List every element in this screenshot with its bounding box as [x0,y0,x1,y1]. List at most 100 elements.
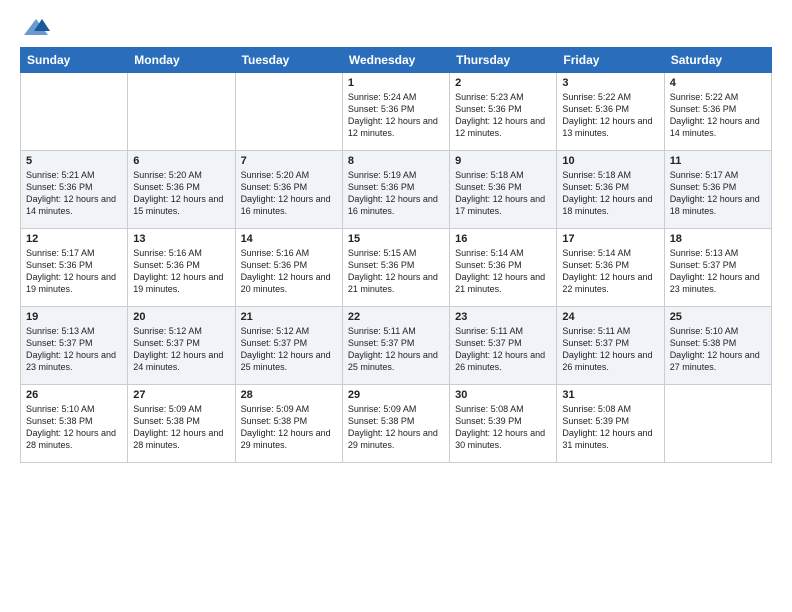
week-row-2: 5 Sunrise: 5:21 AM Sunset: 5:36 PM Daylig… [21,151,772,229]
day-cell: 20 Sunrise: 5:12 AM Sunset: 5:37 PM Dayli… [128,307,235,385]
day-info: Sunrise: 5:18 AM Sunset: 5:36 PM Dayligh… [562,169,658,218]
day-number: 21 [241,311,337,323]
day-cell: 13 Sunrise: 5:16 AM Sunset: 5:36 PM Dayli… [128,229,235,307]
day-cell: 1Sunrise: 5:24 AM Sunset: 5:36 PM Daylig… [342,73,449,151]
day-number: 13 [133,233,229,245]
day-cell: 15 Sunrise: 5:15 AM Sunset: 5:36 PM Dayli… [342,229,449,307]
day-info: Sunrise: 5:11 AM Sunset: 5:37 PM Dayligh… [348,325,444,374]
day-cell: 11Sunrise: 5:17 AM Sunset: 5:36 PM Dayli… [664,151,771,229]
day-info: Sunrise: 5:16 AM Sunset: 5:36 PM Dayligh… [133,247,229,296]
day-number: 16 [455,233,551,245]
day-cell: 16 Sunrise: 5:14 AM Sunset: 5:36 PM Dayli… [450,229,557,307]
day-info: Sunrise: 5:13 AM Sunset: 5:37 PM Dayligh… [26,325,122,374]
day-cell: 23 Sunrise: 5:11 AM Sunset: 5:37 PM Dayli… [450,307,557,385]
day-info: Sunrise: 5:17 AM Sunset: 5:36 PM Dayligh… [26,247,122,296]
day-number: 2 [455,77,551,89]
day-cell: 9 Sunrise: 5:18 AM Sunset: 5:36 PM Daylig… [450,151,557,229]
day-info: Sunrise: 5:20 AM Sunset: 5:36 PM Dayligh… [241,169,337,218]
day-number: 1 [348,77,444,89]
day-info: Sunrise: 5:23 AM Sunset: 5:36 PM Dayligh… [455,91,551,140]
day-cell: 7 Sunrise: 5:20 AM Sunset: 5:36 PM Daylig… [235,151,342,229]
day-info: Sunrise: 5:22 AM Sunset: 5:36 PM Dayligh… [670,91,766,140]
day-cell: 26 Sunrise: 5:10 AM Sunset: 5:38 PM Dayli… [21,385,128,463]
day-cell: 29Sunrise: 5:09 AM Sunset: 5:38 PM Dayli… [342,385,449,463]
day-number: 18 [670,233,766,245]
week-row-3: 12 Sunrise: 5:17 AM Sunset: 5:36 PM Dayli… [21,229,772,307]
day-cell: 25 Sunrise: 5:10 AM Sunset: 5:38 PM Dayli… [664,307,771,385]
day-cell: 28 Sunrise: 5:09 AM Sunset: 5:38 PM Dayli… [235,385,342,463]
header [20,16,772,37]
day-cell: 6 Sunrise: 5:20 AM Sunset: 5:36 PM Daylig… [128,151,235,229]
header-thursday: Thursday [450,48,557,73]
day-cell: 18 Sunrise: 5:13 AM Sunset: 5:37 PM Dayli… [664,229,771,307]
day-number: 6 [133,155,229,167]
day-number: 12 [26,233,122,245]
day-number: 28 [241,389,337,401]
day-info: Sunrise: 5:14 AM Sunset: 5:36 PM Dayligh… [455,247,551,296]
header-monday: Monday [128,48,235,73]
logo-icon [22,17,50,37]
day-number: 23 [455,311,551,323]
day-info: Sunrise: 5:10 AM Sunset: 5:38 PM Dayligh… [26,403,122,452]
day-number: 27 [133,389,229,401]
day-cell: 31Sunrise: 5:08 AM Sunset: 5:39 PM Dayli… [557,385,664,463]
day-info: Sunrise: 5:22 AM Sunset: 5:36 PM Dayligh… [562,91,658,140]
day-number: 25 [670,311,766,323]
day-number: 17 [562,233,658,245]
day-cell: 30 Sunrise: 5:08 AM Sunset: 5:39 PM Dayli… [450,385,557,463]
day-number: 8 [348,155,444,167]
day-number: 19 [26,311,122,323]
day-info: Sunrise: 5:16 AM Sunset: 5:36 PM Dayligh… [241,247,337,296]
day-info: Sunrise: 5:20 AM Sunset: 5:36 PM Dayligh… [133,169,229,218]
day-cell: 22 Sunrise: 5:11 AM Sunset: 5:37 PM Dayli… [342,307,449,385]
header-wednesday: Wednesday [342,48,449,73]
day-cell [21,73,128,151]
day-number: 26 [26,389,122,401]
day-number: 29 [348,389,444,401]
day-cell: 4 Sunrise: 5:22 AM Sunset: 5:36 PM Daylig… [664,73,771,151]
header-tuesday: Tuesday [235,48,342,73]
day-number: 22 [348,311,444,323]
day-cell: 12 Sunrise: 5:17 AM Sunset: 5:36 PM Dayli… [21,229,128,307]
day-cell: 27Sunrise: 5:09 AM Sunset: 5:38 PM Dayli… [128,385,235,463]
day-number: 3 [562,77,658,89]
day-number: 15 [348,233,444,245]
day-info: Sunrise: 5:08 AM Sunset: 5:39 PM Dayligh… [455,403,551,452]
day-cell: 8Sunrise: 5:19 AM Sunset: 5:36 PM Daylig… [342,151,449,229]
day-cell: 2 Sunrise: 5:23 AM Sunset: 5:36 PM Daylig… [450,73,557,151]
day-cell: 14 Sunrise: 5:16 AM Sunset: 5:36 PM Dayli… [235,229,342,307]
day-number: 10 [562,155,658,167]
day-info: Sunrise: 5:12 AM Sunset: 5:37 PM Dayligh… [133,325,229,374]
day-number: 14 [241,233,337,245]
day-info: Sunrise: 5:09 AM Sunset: 5:38 PM Dayligh… [241,403,337,452]
header-saturday: Saturday [664,48,771,73]
day-cell: 3 Sunrise: 5:22 AM Sunset: 5:36 PM Daylig… [557,73,664,151]
day-number: 20 [133,311,229,323]
day-number: 9 [455,155,551,167]
day-cell: 17Sunrise: 5:14 AM Sunset: 5:36 PM Dayli… [557,229,664,307]
day-number: 7 [241,155,337,167]
day-info: Sunrise: 5:13 AM Sunset: 5:37 PM Dayligh… [670,247,766,296]
day-info: Sunrise: 5:10 AM Sunset: 5:38 PM Dayligh… [670,325,766,374]
day-number: 30 [455,389,551,401]
day-info: Sunrise: 5:15 AM Sunset: 5:36 PM Dayligh… [348,247,444,296]
day-number: 5 [26,155,122,167]
day-info: Sunrise: 5:21 AM Sunset: 5:36 PM Dayligh… [26,169,122,218]
week-row-5: 26 Sunrise: 5:10 AM Sunset: 5:38 PM Dayli… [21,385,772,463]
day-cell: 10 Sunrise: 5:18 AM Sunset: 5:36 PM Dayli… [557,151,664,229]
header-friday: Friday [557,48,664,73]
day-cell [235,73,342,151]
day-info: Sunrise: 5:17 AM Sunset: 5:36 PM Dayligh… [670,169,766,218]
day-cell [664,385,771,463]
page: SundayMondayTuesdayWednesdayThursdayFrid… [0,0,792,612]
day-info: Sunrise: 5:18 AM Sunset: 5:36 PM Dayligh… [455,169,551,218]
day-cell: 19 Sunrise: 5:13 AM Sunset: 5:37 PM Dayli… [21,307,128,385]
week-row-4: 19 Sunrise: 5:13 AM Sunset: 5:37 PM Dayli… [21,307,772,385]
day-number: 4 [670,77,766,89]
day-info: Sunrise: 5:12 AM Sunset: 5:37 PM Dayligh… [241,325,337,374]
day-cell: 21 Sunrise: 5:12 AM Sunset: 5:37 PM Dayli… [235,307,342,385]
day-number: 24 [562,311,658,323]
day-number: 31 [562,389,658,401]
day-info: Sunrise: 5:11 AM Sunset: 5:37 PM Dayligh… [455,325,551,374]
day-headers-row: SundayMondayTuesdayWednesdayThursdayFrid… [21,48,772,73]
